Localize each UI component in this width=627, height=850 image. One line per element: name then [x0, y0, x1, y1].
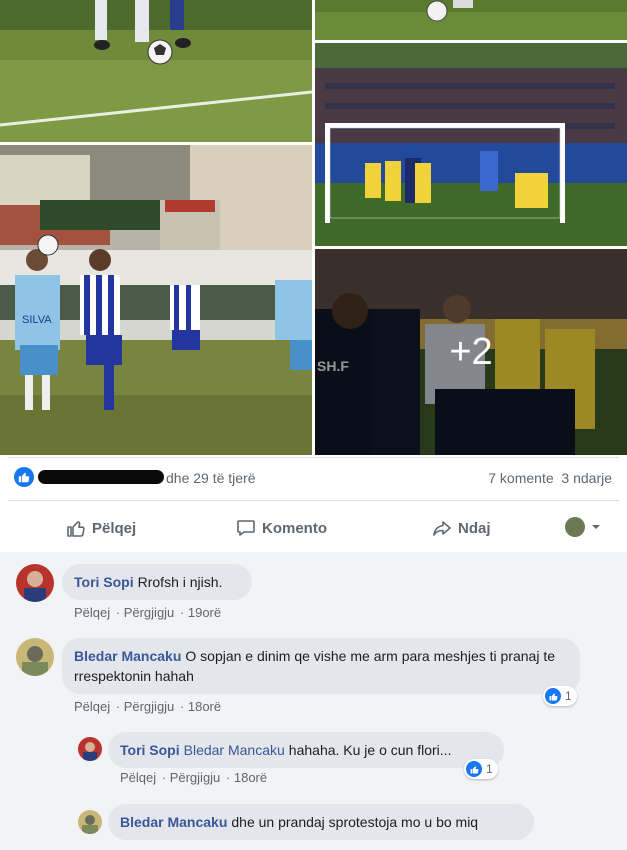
comment-button[interactable]: Komento	[236, 518, 327, 538]
comment-text: hahaha. Ku je o cun flori...	[288, 742, 452, 758]
reactions-summary: dhe 29 të tjerë 7 komente 3 ndarje	[14, 466, 614, 492]
comment-time[interactable]: 18orë	[188, 699, 221, 714]
jersey-label: SILVA	[22, 314, 52, 326]
comment-author[interactable]: Bledar Mancaku	[74, 648, 181, 664]
comment-icon	[237, 520, 255, 536]
comment-bubble: Bledar Mancaku O sopjan e dinim qe vishe …	[62, 638, 580, 694]
comment-reaction-count[interactable]: 1	[543, 686, 577, 706]
divider	[8, 457, 619, 458]
like-label: Pëlqej	[92, 519, 137, 537]
redacted-names	[38, 470, 164, 484]
share-label: Ndaj	[458, 519, 491, 537]
avatar[interactable]	[16, 564, 54, 602]
comments-count[interactable]: 7 komente	[488, 470, 553, 486]
post-photo-5[interactable]: SH.F +2	[315, 249, 627, 455]
comment-text: dhe un prandaj sprotestoja mo u bo miq	[231, 814, 479, 830]
comment-label: Komento	[262, 519, 327, 537]
comment-like-link[interactable]: Pëlqej	[120, 770, 156, 785]
comment-share-counts: 7 komente 3 ndarje	[488, 470, 612, 486]
mention-link[interactable]: Bledar Mancaku	[184, 742, 285, 758]
reaction-count: 1	[565, 689, 572, 703]
comment-like-link[interactable]: Pëlqej	[74, 699, 110, 714]
reaction-text[interactable]: dhe 29 të tjerë	[166, 470, 256, 486]
reaction-identity-selector[interactable]	[565, 517, 601, 537]
post-photo-1[interactable]	[0, 0, 312, 142]
comment-meta: Pëlqej · Përgjigju · 18orë	[120, 770, 268, 785]
comment-reaction-count[interactable]: 1	[464, 759, 498, 779]
avatar[interactable]	[78, 810, 102, 834]
like-reaction-icon	[545, 688, 561, 704]
comment-reply-link[interactable]: Përgjigju	[124, 605, 175, 620]
comment-reply-link[interactable]: Përgjigju	[170, 770, 221, 785]
post-photo-2[interactable]: SILVA	[0, 145, 312, 455]
reaction-count: 1	[486, 762, 493, 776]
avatar[interactable]	[78, 737, 102, 761]
comment-text: Rrofsh i njish.	[137, 574, 223, 590]
reply-bubble: Tori Sopi Bledar Mancaku hahaha. Ku je o c…	[108, 732, 504, 768]
comment-time[interactable]: 19orë	[188, 605, 221, 620]
share-arrow-icon	[433, 521, 451, 536]
post-action-bar: Pëlqej Komento Ndaj	[0, 508, 627, 548]
avatar[interactable]	[16, 638, 54, 676]
more-photos-overlay[interactable]: +2	[315, 249, 627, 455]
comment-meta: Pëlqej · Përgjigju · 18orë	[74, 699, 222, 714]
comment-author[interactable]: Bledar Mancaku	[120, 814, 227, 830]
comment-author[interactable]: Tori Sopi	[120, 742, 180, 758]
comment-meta: Pëlqej · Përgjigju · 19orë	[74, 605, 222, 620]
post-photo-3[interactable]	[315, 0, 627, 40]
comment-time[interactable]: 18orë	[234, 770, 267, 785]
caret-down-icon	[592, 525, 600, 529]
comment-reply-link[interactable]: Përgjigju	[124, 699, 175, 714]
thumbs-up-icon	[67, 521, 85, 537]
comment-bubble: Tori Sopi Rrofsh i njish.	[62, 564, 252, 600]
reply-bubble: Bledar Mancaku dhe un prandaj sprotestoja…	[108, 804, 534, 840]
divider	[8, 500, 619, 501]
comment-author[interactable]: Tori Sopi	[74, 574, 134, 590]
user-avatar-small	[565, 517, 585, 537]
like-reaction-icon[interactable]	[14, 467, 34, 487]
like-button[interactable]: Pëlqej	[66, 518, 136, 538]
shares-count[interactable]: 3 ndarje	[561, 470, 612, 486]
like-reaction-icon	[466, 761, 482, 777]
post-photo-4[interactable]	[315, 43, 627, 246]
comment-like-link[interactable]: Pëlqej	[74, 605, 110, 620]
share-button[interactable]: Ndaj	[432, 518, 491, 538]
